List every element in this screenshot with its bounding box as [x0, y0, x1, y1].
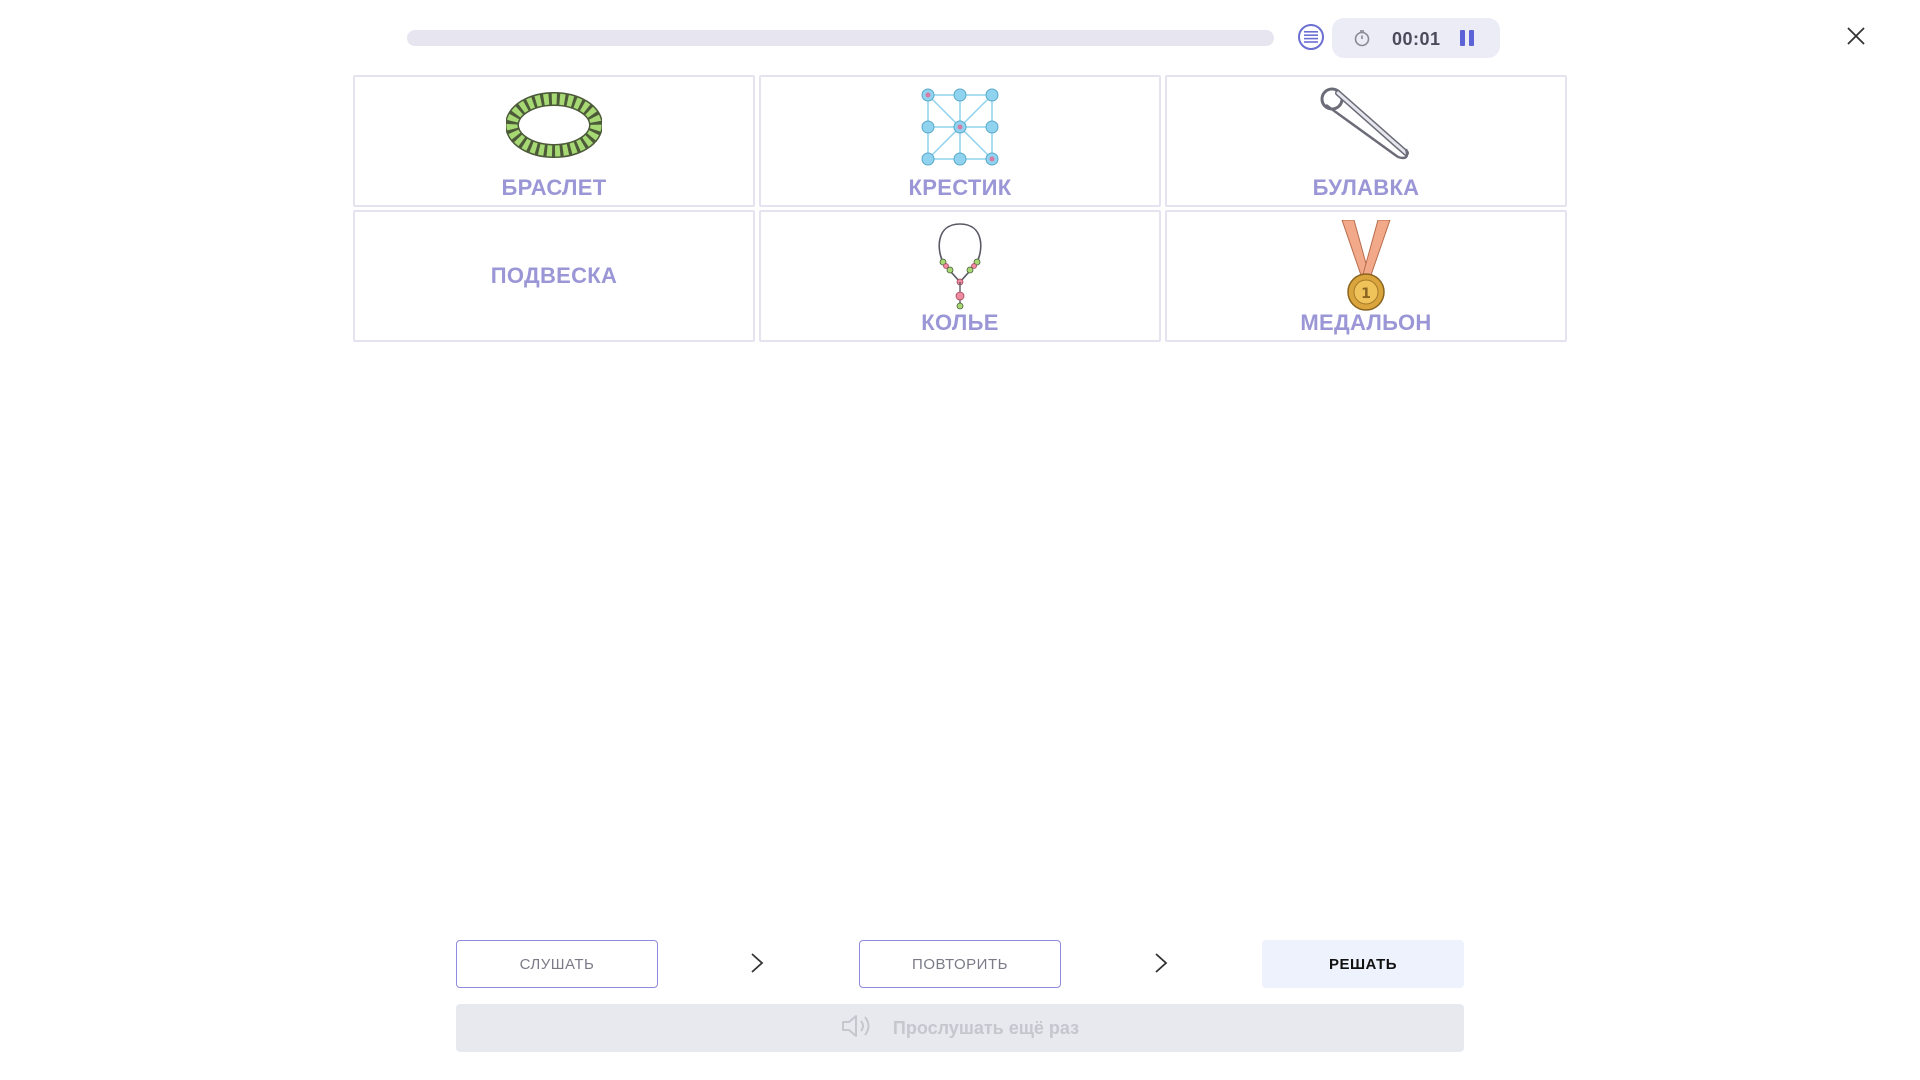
list-icon[interactable] — [1298, 24, 1324, 50]
safety-pin-icon — [1167, 85, 1565, 171]
chevron-right-icon — [1154, 952, 1168, 979]
card-label: КОЛЬЕ — [921, 310, 999, 335]
card-pin[interactable]: БУЛАВКА — [1165, 75, 1567, 207]
card-cross[interactable]: КРЕСТИК — [759, 75, 1161, 207]
solve-button[interactable]: РЕШАТЬ — [1262, 940, 1464, 988]
replay-button[interactable]: Прослушать ещё раз — [456, 1004, 1464, 1052]
replay-label: Прослушать ещё раз — [892, 1017, 1080, 1038]
card-label: КРЕСТИК — [908, 175, 1012, 200]
card-label: ПОДВЕСКА — [490, 263, 618, 288]
timer: 00:01 — [1332, 18, 1500, 58]
repeat-button[interactable]: ПОВТОРИТЬ — [859, 940, 1061, 988]
necklace-icon — [761, 220, 1159, 310]
card-necklace[interactable]: КОЛЬЕ — [759, 210, 1161, 342]
bracelet-icon — [355, 85, 753, 171]
medal-icon: 1 — [1167, 220, 1565, 311]
card-label: БРАСЛЕТ — [501, 175, 607, 200]
timer-value: 00:01 — [1392, 29, 1441, 49]
tic-tac-toe-icon — [761, 85, 1159, 171]
card-medal[interactable]: 1 МЕДАЛЬОН — [1165, 210, 1567, 342]
listen-button[interactable]: СЛУШАТЬ — [456, 940, 658, 988]
close-icon[interactable] — [1846, 26, 1866, 51]
card-bracelet[interactable]: БРАСЛЕТ — [353, 75, 755, 207]
speaker-icon — [841, 1013, 873, 1044]
stopwatch-icon — [1353, 29, 1371, 52]
card-label: БУЛАВКА — [1312, 175, 1420, 200]
card-pendant[interactable]: ПОДВЕСКА — [353, 210, 755, 342]
svg-text:1: 1 — [1361, 286, 1371, 302]
chevron-right-icon — [750, 952, 764, 979]
pause-icon[interactable] — [1458, 29, 1476, 52]
card-label: МЕДАЛЬОН — [1300, 310, 1432, 335]
answer-grid: БРАСЛЕТ КРЕСТИК БУЛАВКА ПОДВЕСКА КОЛЬЕ 1… — [353, 75, 1567, 342]
progress-bar — [407, 30, 1274, 46]
